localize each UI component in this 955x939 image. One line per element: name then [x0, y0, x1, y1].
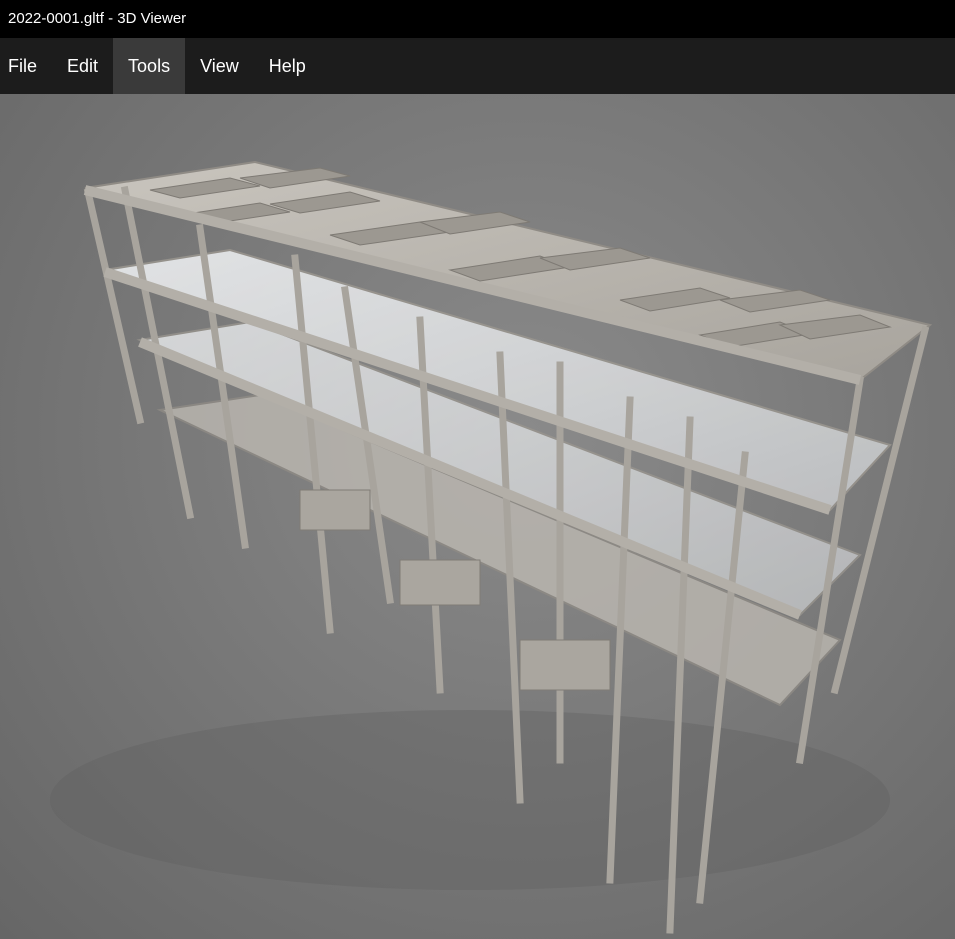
window-title: 2022-0001.gltf - 3D Viewer	[8, 10, 187, 27]
menu-tools[interactable]: Tools	[113, 38, 186, 94]
menu-bar: File Edit Tools View Help	[0, 38, 955, 94]
3d-viewport[interactable]	[0, 94, 955, 939]
ground-shadow	[50, 710, 890, 890]
menu-help[interactable]: Help	[254, 38, 321, 94]
menu-view[interactable]: View	[185, 38, 254, 94]
menu-file[interactable]: File	[0, 38, 52, 94]
building-model[interactable]	[0, 94, 955, 939]
window-titlebar: 2022-0001.gltf - 3D Viewer	[0, 0, 955, 38]
menu-edit[interactable]: Edit	[52, 38, 113, 94]
